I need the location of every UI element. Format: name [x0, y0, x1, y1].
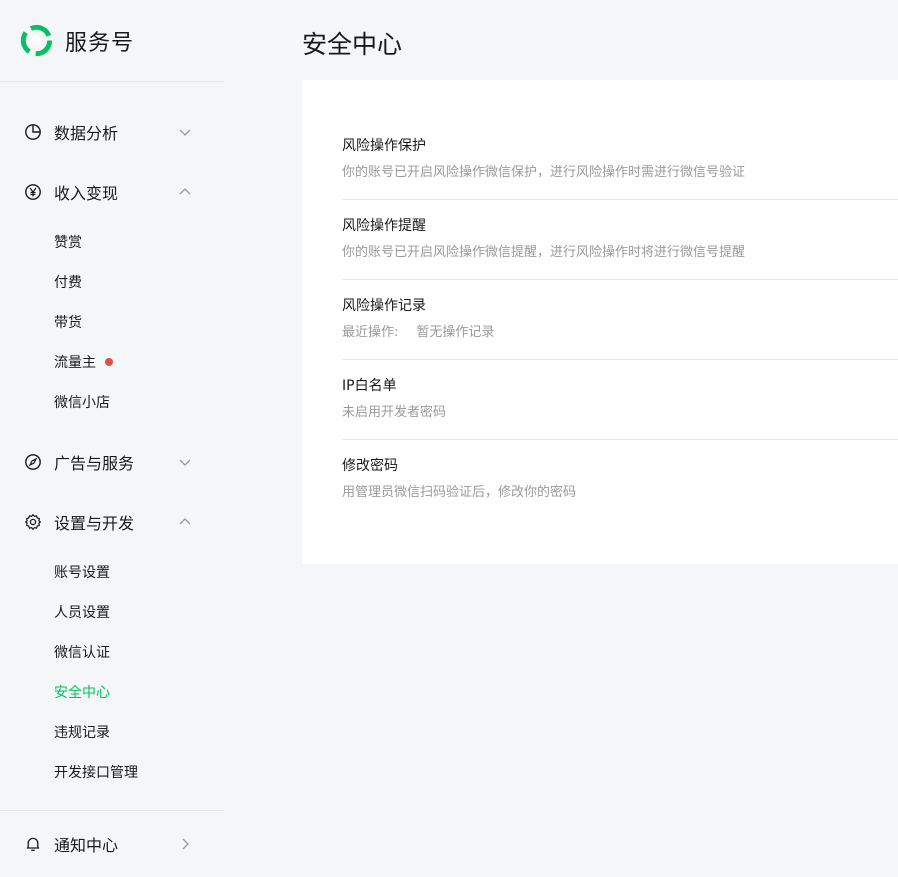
setting-row-desc: 你的账号已开启风险操作微信提醒，进行风险操作时将进行微信号提醒 [342, 245, 746, 260]
sidebar-item-dev-api-management[interactable]: 开发接口管理 [0, 752, 224, 792]
sidebar-group-data-analysis[interactable]: 数据分析 [0, 102, 224, 162]
sidebar-item-member-settings[interactable]: 人员设置 [0, 592, 224, 632]
notification-dot [105, 358, 113, 366]
sidebar-item-traffic-owner[interactable]: 流量主 [0, 342, 224, 382]
sidebar-group-label: 广告与服务 [54, 454, 135, 473]
setting-row-title: 风险操作保护 [342, 138, 426, 154]
chevron-up-icon [179, 188, 191, 195]
sidebar-item-violation-records[interactable]: 违规记录 [0, 712, 224, 752]
sidebar: 服务号 数据分析 收入变现 赞赏 付费 带货 流量主 微信小店 广告与服务 设置… [0, 0, 224, 855]
sidebar-item-label: 人员设置 [54, 605, 110, 621]
sidebar-item-label: 违规记录 [54, 725, 110, 741]
sidebar-item-security-center[interactable]: 安全中心 [0, 672, 224, 712]
setting-row-risk-records[interactable]: 风险操作记录 最近操作: 暂无操作记录 [342, 280, 898, 360]
setting-row-risk-protection[interactable]: 风险操作保护 你的账号已开启风险操作微信保护，进行风险操作时需进行微信号验证 [342, 120, 898, 200]
setting-row-desc: 未启用开发者密码 [342, 405, 447, 420]
sidebar-nav: 数据分析 收入变现 赞赏 付费 带货 流量主 微信小店 广告与服务 设置与开发 … [0, 82, 224, 877]
setting-row-title: 风险操作提醒 [342, 218, 426, 234]
bell-icon [26, 837, 40, 851]
sidebar-group-label: 收入变现 [54, 184, 119, 203]
sidebar-item-label: 安全中心 [54, 685, 110, 701]
setting-row-change-password[interactable]: 修改密码 用管理员微信扫码验证后，修改你的密码 [342, 440, 898, 519]
sidebar-item-label: 赞赏 [54, 235, 82, 251]
main-content: 安全中心 风险操作保护 你的账号已开启风险操作微信保护，进行风险操作时需进行微信… [302, 0, 898, 564]
sidebar-item-commerce[interactable]: 带货 [0, 302, 224, 342]
service-account-logo-icon [20, 24, 53, 57]
sidebar-group-label: 数据分析 [54, 124, 119, 143]
chevron-down-icon [179, 459, 191, 466]
setting-row-ip-whitelist[interactable]: IP白名单 未启用开发者密码 [342, 360, 898, 440]
sidebar-group-monetization[interactable]: 收入变现 [0, 162, 224, 222]
sidebar-item-paid[interactable]: 付费 [0, 262, 224, 302]
chevron-down-icon [179, 129, 191, 136]
brand[interactable]: 服务号 [0, 0, 224, 82]
sidebar-group-notifications[interactable]: 通知中心 [0, 811, 224, 877]
monetization-sub-list: 赞赏 付费 带货 流量主 微信小店 [0, 222, 224, 432]
sidebar-item-wechat-verification[interactable]: 微信认证 [0, 632, 224, 672]
setting-row-risk-reminder[interactable]: 风险操作提醒 你的账号已开启风险操作微信提醒，进行风险操作时将进行微信号提醒 [342, 200, 898, 280]
sidebar-item-label: 付费 [54, 275, 82, 291]
setting-row-desc: 最近操作: 暂无操作记录 [342, 322, 898, 344]
sidebar-item-account-settings[interactable]: 账号设置 [0, 552, 224, 592]
setting-row-title: IP白名单 [342, 378, 397, 394]
sidebar-item-label: 微信认证 [54, 645, 110, 661]
chevron-right-icon [182, 838, 189, 850]
sidebar-item-label: 微信小店 [54, 395, 110, 411]
sidebar-item-label: 开发接口管理 [54, 765, 138, 781]
sidebar-item-wechat-store[interactable]: 微信小店 [0, 382, 224, 422]
sidebar-group-label: 通知中心 [54, 836, 119, 855]
setting-row-title: 修改密码 [342, 458, 398, 474]
yen-icon [25, 184, 41, 200]
security-settings-panel: 风险操作保护 你的账号已开启风险操作微信保护，进行风险操作时需进行微信号验证 风… [302, 80, 898, 564]
compass-icon [25, 454, 41, 470]
pie-chart-icon [25, 124, 41, 140]
gear-icon [25, 514, 41, 530]
recent-ops-value: 暂无操作记录 [416, 325, 495, 340]
sidebar-group-label: 设置与开发 [54, 514, 135, 533]
setting-row-title: 风险操作记录 [342, 298, 426, 314]
page-title: 安全中心 [302, 30, 403, 59]
sidebar-group-settings-dev[interactable]: 设置与开发 [0, 492, 224, 552]
sidebar-item-label: 账号设置 [54, 565, 110, 581]
sidebar-item-label: 流量主 [54, 355, 96, 371]
recent-ops-label: 最近操作: [342, 325, 399, 340]
chevron-up-icon [179, 518, 191, 525]
settings-sub-list: 账号设置 人员设置 微信认证 安全中心 违规记录 开发接口管理 [0, 552, 224, 802]
setting-row-desc: 用管理员微信扫码验证后，修改你的密码 [342, 485, 577, 500]
brand-name: 服务号 [65, 30, 135, 56]
sidebar-item-appreciation[interactable]: 赞赏 [0, 222, 224, 262]
sidebar-group-ads-services[interactable]: 广告与服务 [0, 432, 224, 492]
setting-row-desc: 你的账号已开启风险操作微信保护，进行风险操作时需进行微信号验证 [342, 165, 746, 180]
sidebar-item-label: 带货 [54, 315, 82, 331]
